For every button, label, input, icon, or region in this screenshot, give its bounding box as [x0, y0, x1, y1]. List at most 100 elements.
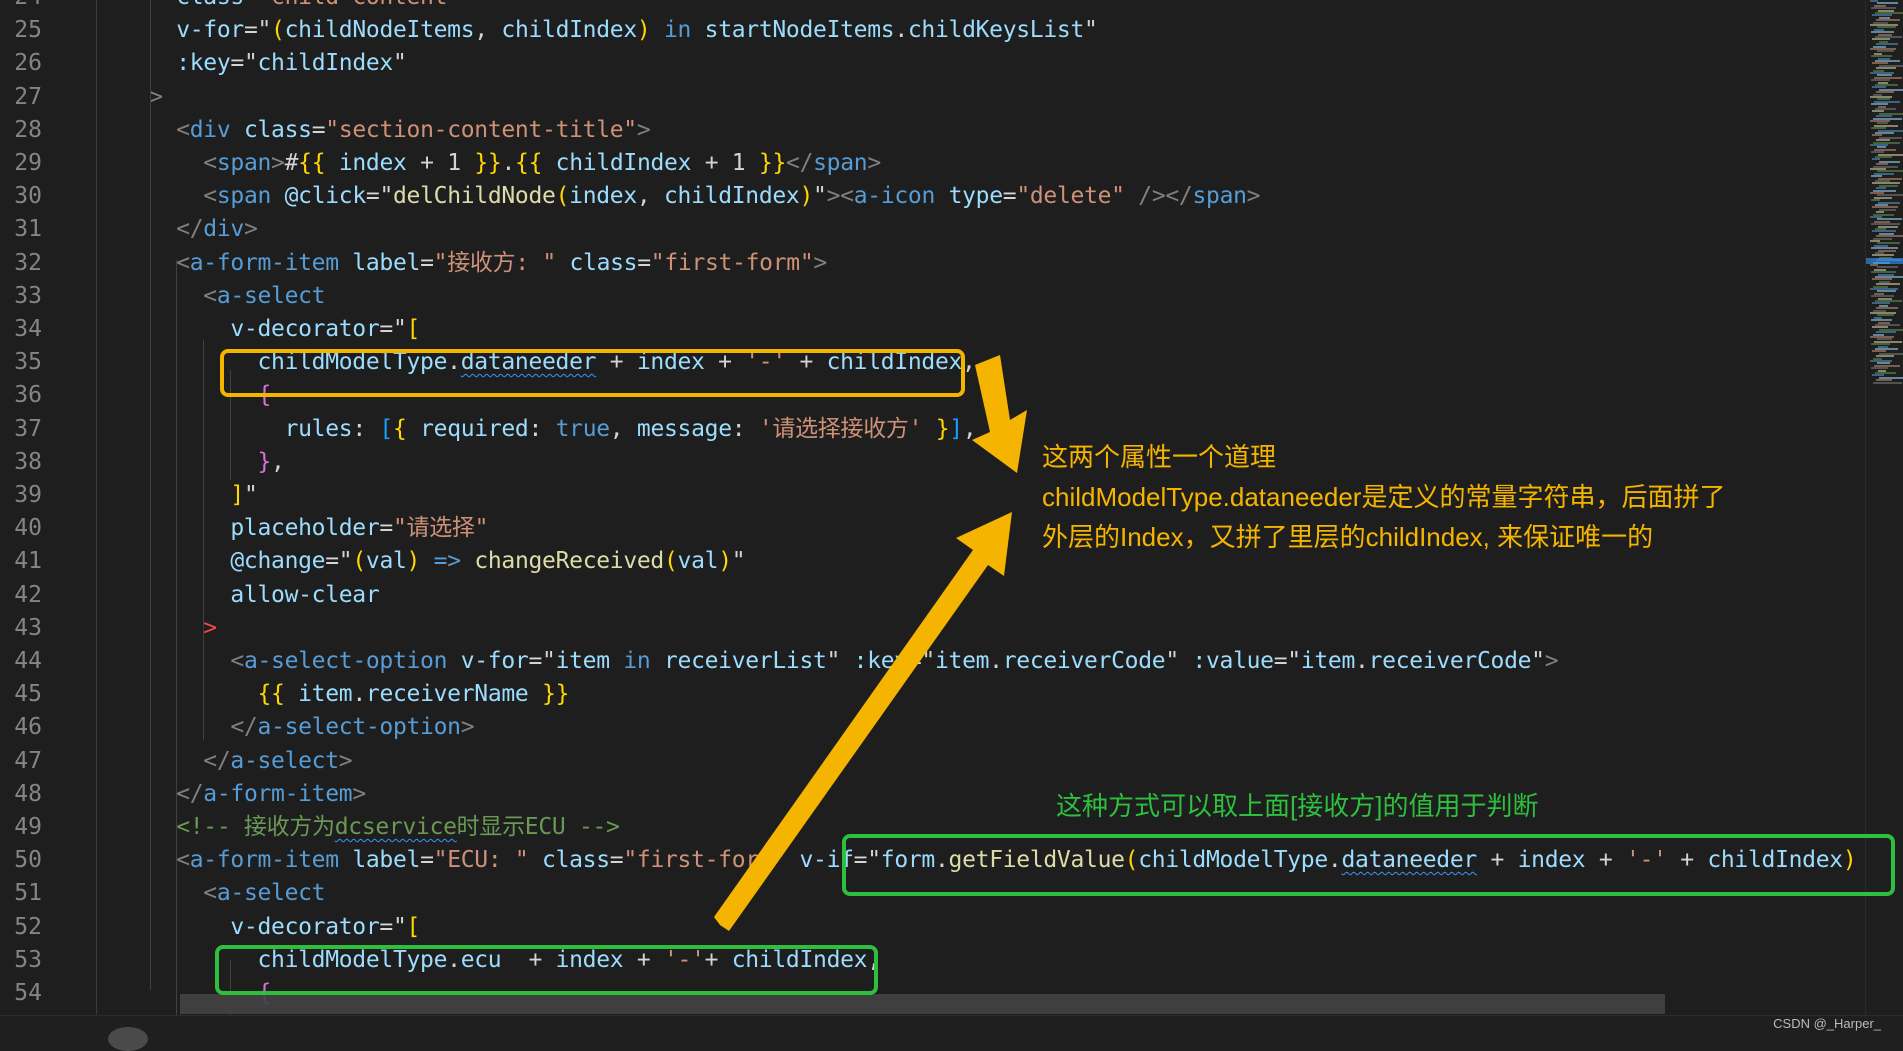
- code-token: a-form-item: [189, 249, 339, 276]
- code-line[interactable]: v-decorator="[: [122, 911, 420, 944]
- line-number: 49: [14, 814, 42, 840]
- code-token: "请选择": [392, 515, 489, 542]
- code-token: a-select: [216, 880, 326, 907]
- code-token: class: [528, 847, 610, 874]
- code-line[interactable]: </a-select>: [122, 745, 352, 778]
- code-token: + 1: [704, 150, 759, 176]
- status-bar: [0, 1015, 1903, 1040]
- code-token: =": [379, 913, 407, 940]
- code-line[interactable]: <a-select-option v-for="item in receiver…: [122, 645, 1558, 678]
- highlight-box-getfieldvalue: [842, 834, 1895, 896]
- code-token: "section-content-title": [325, 116, 637, 143]
- current-line-highlight: [180, 994, 1665, 1014]
- code-line[interactable]: <a-form-item label="接收方: " class="first-…: [122, 247, 827, 280]
- code-token: [: [406, 913, 421, 940]
- code-token: (: [271, 17, 285, 44]
- code-line[interactable]: </div>: [122, 213, 258, 246]
- code-token: label: [338, 847, 421, 874]
- code-token: a-select-option: [257, 714, 461, 741]
- code-token: index: [569, 183, 637, 210]
- line-number: 29: [14, 150, 42, 176]
- code-line[interactable]: v-decorator="[: [122, 313, 420, 346]
- code-token: childNodeItems: [284, 17, 475, 44]
- code-token: .: [501, 150, 516, 176]
- code-token: rules: [122, 415, 353, 442]
- code-line[interactable]: >: [122, 81, 163, 114]
- code-token: type: [935, 183, 1004, 210]
- code-token: =: [609, 847, 624, 874]
- code-line[interactable]: <a-select: [122, 280, 325, 313]
- line-number: 26: [14, 50, 42, 77]
- code-token: >: [338, 747, 353, 774]
- code-token: ": [392, 50, 407, 77]
- minimap-viewport[interactable]: [1866, 258, 1903, 264]
- code-token: >: [867, 150, 881, 176]
- code-line[interactable]: </a-form-item>: [122, 778, 366, 811]
- code-token: ": [1531, 648, 1545, 674]
- line-number: 39: [14, 482, 42, 508]
- code-token: :value: [1178, 648, 1274, 674]
- line-number: 36: [14, 382, 42, 409]
- code-token: <: [122, 183, 217, 210]
- code-line[interactable]: <!-- 接收方为dcservice时显示ECU -->: [122, 811, 620, 844]
- code-token: ": [1165, 648, 1179, 674]
- code-token: childIndex: [501, 17, 637, 44]
- code-token: startNodeItems: [704, 17, 895, 44]
- code-token: "接收方: ": [433, 249, 557, 276]
- annotation-line: 外层的Index，又拼了里层的childIndex, 来保证唯一的: [1042, 522, 1654, 552]
- code-token: ): [636, 17, 651, 44]
- code-token: childKeysList: [907, 17, 1084, 44]
- code-token: @click: [271, 183, 367, 210]
- code-line[interactable]: </a-select-option>: [122, 711, 474, 744]
- line-number: 34: [14, 316, 42, 342]
- code-line[interactable]: class="child-content": [122, 0, 461, 14]
- code-token: =": [365, 183, 393, 210]
- code-token: <: [122, 847, 190, 874]
- code-token: label: [338, 249, 421, 276]
- code-token: div: [203, 216, 244, 243]
- code-token: v-decorator: [122, 913, 380, 940]
- code-line[interactable]: <div class="section-content-title">: [122, 114, 651, 147]
- code-token: =": [528, 648, 556, 674]
- highlight-box-dataneeder: [220, 349, 965, 397]
- code-line[interactable]: <span>#{{ index + 1 }}.{{ childIndex + 1…: [122, 147, 881, 180]
- code-token: .: [352, 681, 366, 708]
- code-line[interactable]: <a-select: [122, 877, 325, 910]
- line-number: 44: [14, 648, 42, 674]
- code-token: span: [216, 183, 272, 210]
- code-token: @change: [122, 548, 326, 575]
- code-line[interactable]: {{ item.receiverName }}: [122, 678, 569, 711]
- code-line[interactable]: allow-clear: [122, 579, 379, 612]
- code-token: "first-form": [623, 847, 786, 874]
- code-token: }}: [758, 150, 787, 176]
- code-token: delChildNode: [393, 183, 556, 210]
- code-line[interactable]: ]": [122, 479, 257, 512]
- code-token: div: [189, 116, 231, 143]
- code-token: class: [230, 116, 312, 143]
- code-token: val: [677, 548, 719, 575]
- code-token: ,: [609, 415, 637, 442]
- code-token: =": [325, 548, 353, 575]
- code-token: =: [420, 847, 434, 874]
- code-line[interactable]: :key="childIndex": [122, 47, 407, 80]
- code-token: item: [934, 648, 990, 674]
- highlight-box-ecu: [215, 945, 878, 995]
- code-token: [: [379, 415, 393, 442]
- code-token: v-for: [447, 648, 529, 674]
- gutter-divider: [96, 0, 97, 1015]
- code-token: 1: [447, 150, 475, 176]
- code-token: =": [243, 17, 272, 44]
- code-line[interactable]: v-for="(childNodeItems, childIndex) in s…: [122, 14, 1098, 47]
- line-number: 27: [14, 83, 42, 110]
- code-token: span: [813, 150, 868, 176]
- indent-guide: [176, 260, 177, 1015]
- code-token: </: [122, 714, 258, 741]
- code-line[interactable]: rules: [{ required: true, message: '请选择接…: [122, 413, 977, 446]
- code-line[interactable]: <span @click="delChildNode(index, childI…: [122, 180, 1260, 213]
- code-token: +: [420, 150, 448, 176]
- line-number: 46: [14, 714, 42, 741]
- code-token: item: [284, 681, 353, 708]
- code-token: childIndex: [664, 183, 800, 210]
- code-line[interactable]: @change="(val) => changeReceived(val)": [122, 545, 745, 578]
- line-number: 51: [14, 880, 42, 907]
